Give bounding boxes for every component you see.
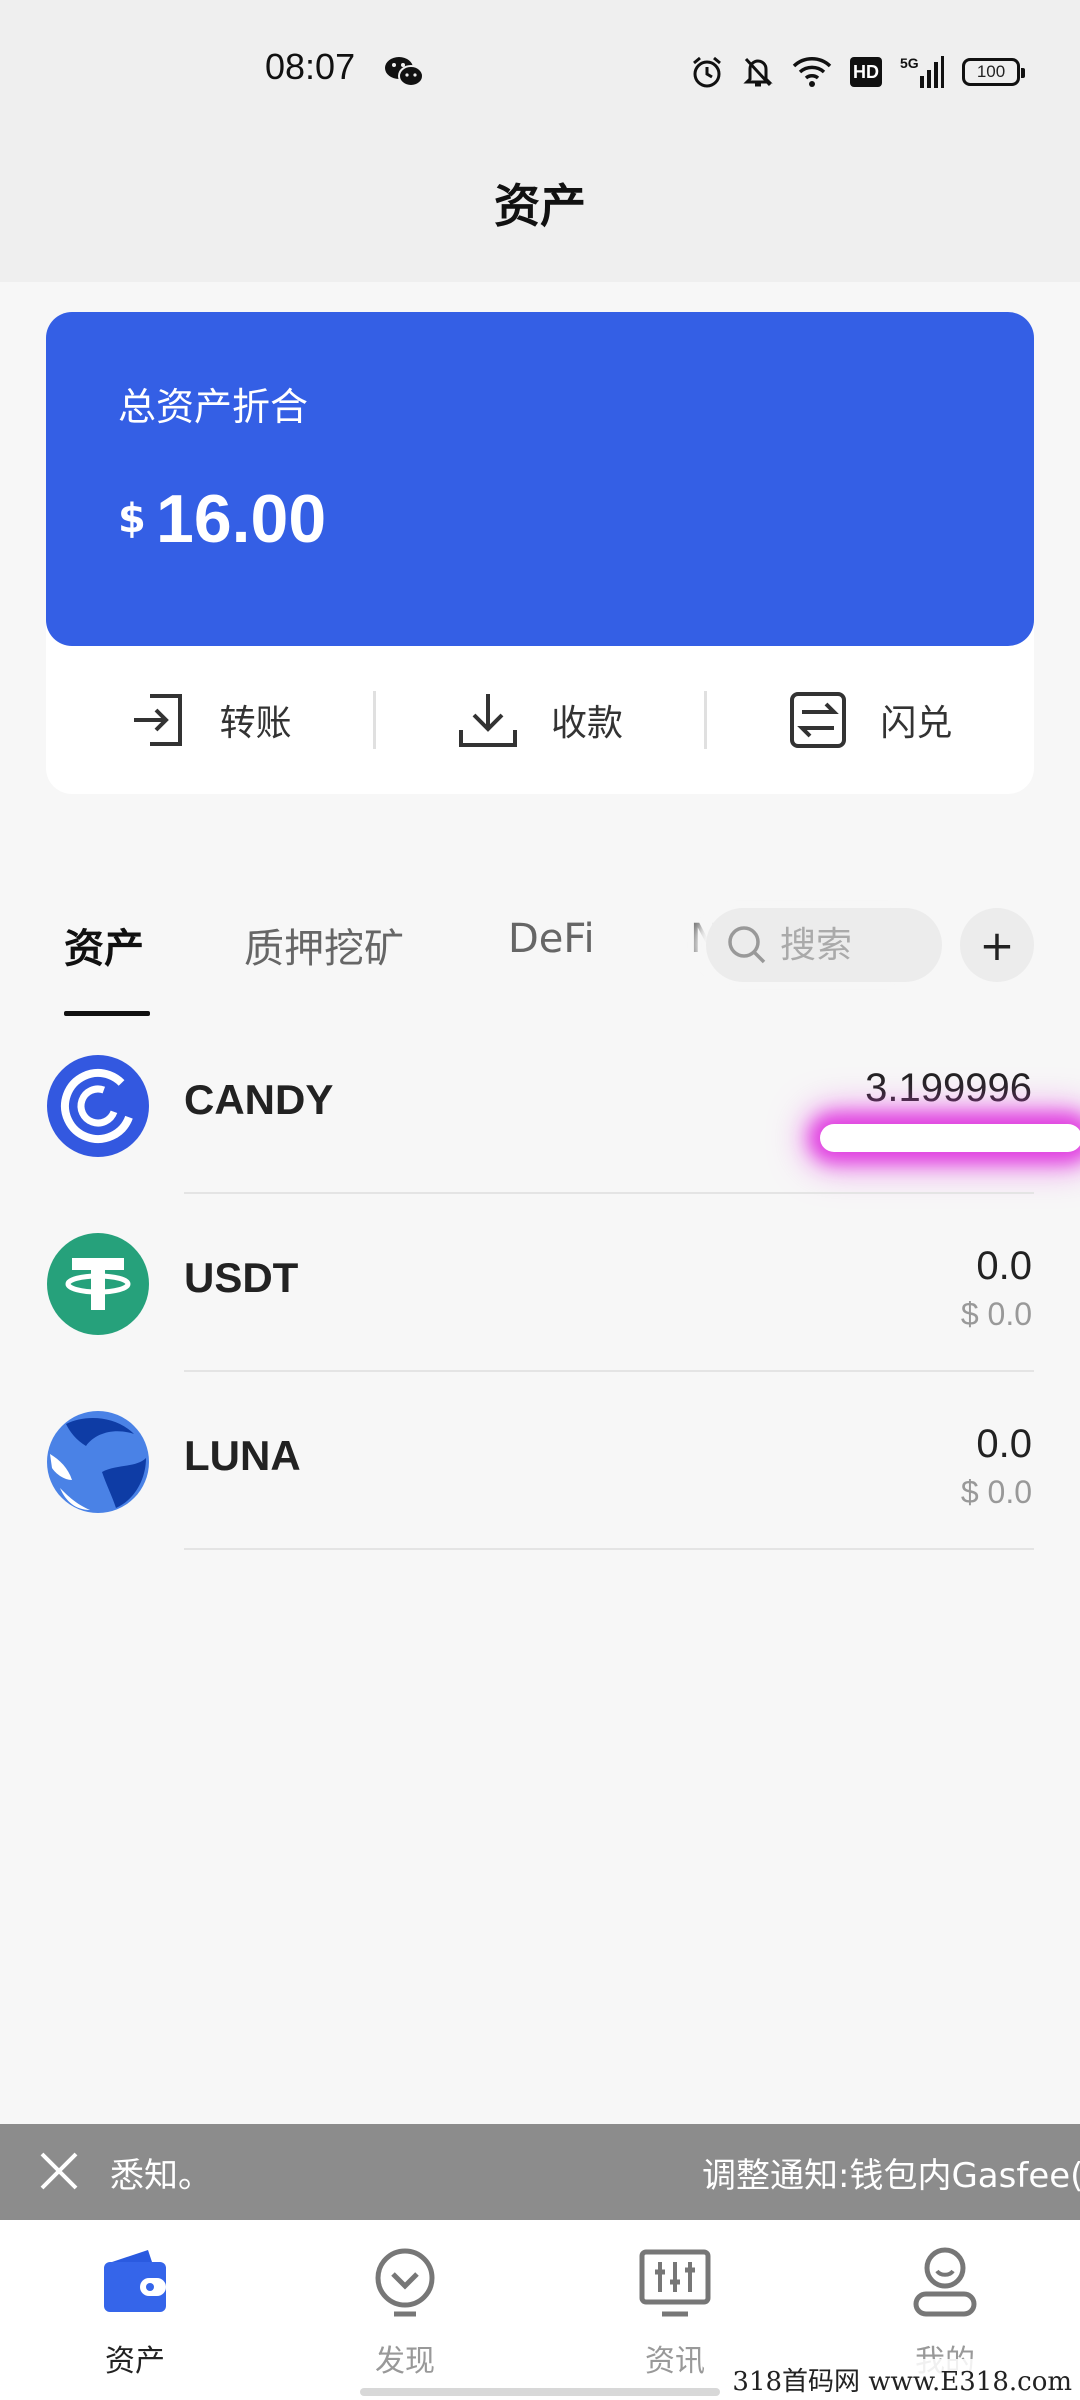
- status-time: 08:07: [265, 46, 356, 87]
- swap-icon: [790, 692, 847, 748]
- transfer-button[interactable]: 转账: [46, 646, 373, 794]
- token-row-usdt[interactable]: USDT 0.0 $ 0.0: [0, 1194, 1080, 1372]
- page-header: 资产: [0, 140, 1080, 282]
- balance-currency: $: [118, 496, 146, 542]
- search-input[interactable]: [780, 924, 920, 966]
- usdt-coin-icon: [47, 1233, 149, 1335]
- search-icon: [728, 926, 766, 964]
- asset-summary-card: 总资产折合 $ 16.00 转账 收款 闪兑: [46, 312, 1034, 794]
- news-icon: [639, 2249, 711, 2317]
- close-icon[interactable]: [36, 2148, 82, 2194]
- token-amount: 0.0: [976, 1244, 1032, 1288]
- transfer-label: 转账: [219, 703, 292, 744]
- svg-text:5G: 5G: [900, 55, 919, 71]
- token-symbol: LUNA: [184, 1432, 301, 1479]
- tab-assets[interactable]: 资产: [64, 916, 144, 974]
- status-bar: 08:07 HD 5G 100: [0, 0, 1080, 140]
- battery-icon: 100: [962, 58, 1025, 86]
- balance-card[interactable]: 总资产折合 $ 16.00: [46, 312, 1034, 646]
- token-fiat-value: $ 0.0: [960, 1296, 1032, 1332]
- quick-actions: 转账 收款 闪兑: [46, 646, 1034, 794]
- token-amount: 3.199996: [865, 1066, 1032, 1110]
- candy-coin-icon: [47, 1055, 149, 1157]
- asset-tabs: 资产 质押挖矿 DeFi N +: [0, 880, 1080, 1020]
- signal-icon: 5G: [900, 55, 944, 88]
- discover-icon: [375, 2248, 435, 2317]
- balance-value: 16.00: [156, 481, 327, 557]
- token-row-candy[interactable]: CANDY 3.199996: [0, 1016, 1080, 1194]
- tab-staking-mining[interactable]: 质押挖矿: [244, 916, 404, 974]
- notice-bar: 悉知。 调整通知:钱包内Gasfee(燃: [0, 2124, 1080, 2220]
- add-token-button[interactable]: +: [960, 908, 1034, 982]
- profile-icon: [913, 2247, 977, 2317]
- receive-icon: [458, 694, 517, 747]
- token-amount: 0.0: [976, 1422, 1032, 1466]
- nav-discover[interactable]: 发现: [270, 2220, 540, 2400]
- notice-text: 悉知。: [110, 2156, 212, 2196]
- token-symbol: USDT: [184, 1254, 299, 1301]
- swap-label: 闪兑: [880, 703, 953, 744]
- nav-assets[interactable]: 资产: [0, 2220, 270, 2400]
- search-box[interactable]: [706, 908, 942, 982]
- swap-button[interactable]: 闪兑: [707, 646, 1034, 794]
- status-icons: HD 5G 100: [690, 52, 1025, 92]
- page-title: 资产: [494, 179, 586, 233]
- row-divider: [184, 1548, 1034, 1550]
- receive-button[interactable]: 收款: [376, 646, 703, 794]
- mute-icon: [743, 57, 773, 87]
- luna-coin-icon: [47, 1411, 149, 1513]
- notice-text-scrolling: 调整通知:钱包内Gasfee(燃: [702, 2156, 1080, 2196]
- receive-label: 收款: [550, 703, 623, 744]
- token-row-luna[interactable]: LUNA 0.0 $ 0.0: [0, 1372, 1080, 1550]
- tab-defi[interactable]: DeFi: [508, 916, 595, 962]
- wifi-icon: [792, 57, 832, 87]
- wallet-icon: [104, 2250, 166, 2312]
- balance-label: 总资产折合: [118, 385, 309, 429]
- token-symbol: CANDY: [184, 1076, 334, 1123]
- token-fiat-value: $ 0.0: [960, 1474, 1032, 1510]
- transfer-icon: [133, 694, 182, 746]
- watermark: 318首码网 www.E318.com: [724, 2359, 1080, 2400]
- redaction-mark: [820, 1124, 1080, 1152]
- hd-badge: HD: [850, 57, 882, 87]
- alarm-icon: [693, 56, 721, 88]
- nav-label: 资讯: [645, 2344, 705, 2379]
- home-indicator[interactable]: [360, 2388, 720, 2396]
- nav-label: 发现: [375, 2344, 435, 2379]
- nav-label: 资产: [105, 2344, 165, 2379]
- wechat-icon: [385, 57, 424, 87]
